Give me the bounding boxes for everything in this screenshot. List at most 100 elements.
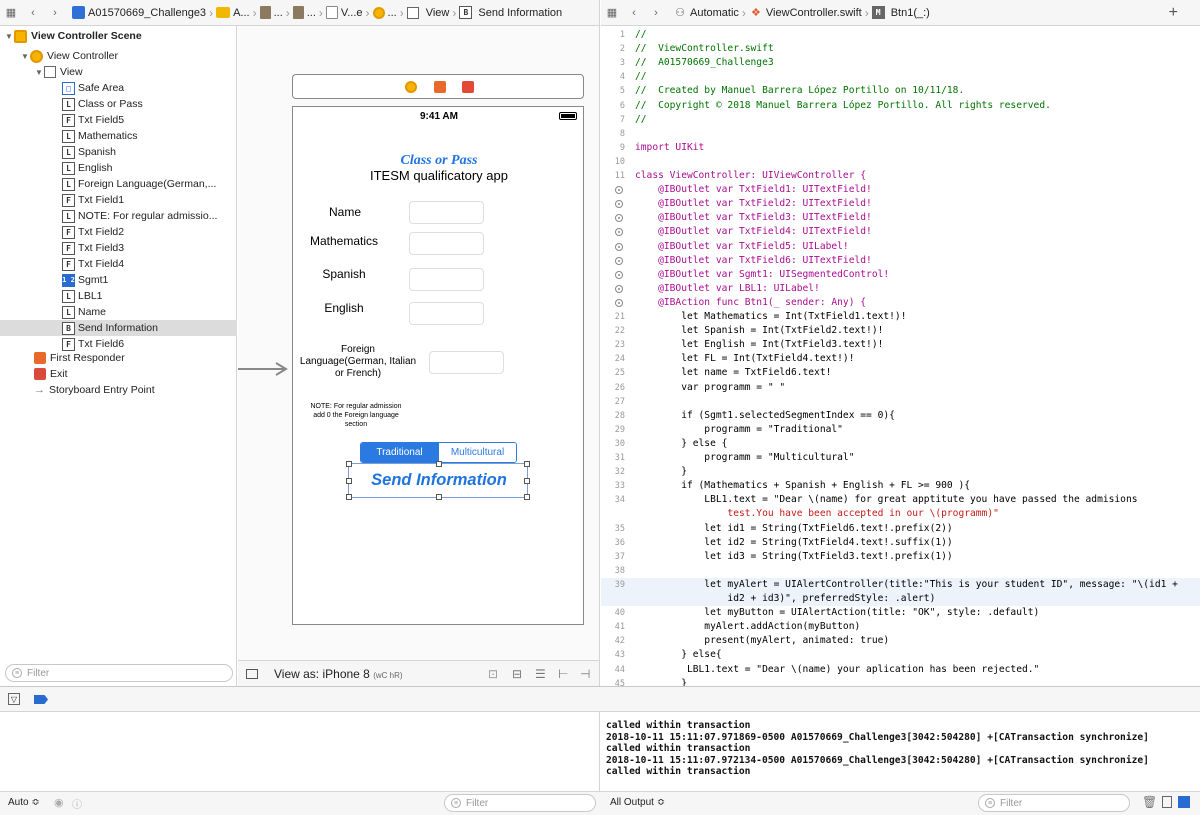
breadcrumb-button[interactable]: B Send Information [459, 6, 562, 19]
outline-item[interactable]: F Txt Field3 [0, 240, 237, 256]
code-line[interactable]: 7 // [601, 113, 1200, 127]
outline-item[interactable]: L NOTE: For regular admissio... [0, 208, 237, 224]
send-information-button[interactable]: Send Information [346, 461, 530, 500]
back-arrow-icon[interactable]: ‹ [26, 6, 40, 20]
code-editor[interactable]: 1 // 2 // ViewController.swift 3 // A01570669… [601, 26, 1200, 686]
resize-handle[interactable] [436, 461, 442, 467]
outline-item[interactable]: □ Safe Area [0, 80, 237, 96]
breadcrumb-automatic[interactable]: ⚇ Automatic [673, 6, 739, 20]
hide-debug-area-icon[interactable]: ▽ [8, 693, 20, 705]
name-text-field[interactable] [409, 201, 484, 224]
code-line[interactable]: 45 } [601, 677, 1200, 686]
code-line[interactable]: @IBOutlet var TxtField5: UILabel! [601, 240, 1200, 254]
code-line[interactable]: 40 let myButton = UIAlertAction(title: "… [601, 606, 1200, 620]
code-line[interactable]: 31 programm = "Multicultural" [601, 451, 1200, 465]
code-line[interactable]: 41 myAlert.addAction(myButton) [601, 620, 1200, 634]
outline-view-controller[interactable]: ▼ View Controller [0, 48, 237, 64]
code-line[interactable]: 38 [601, 564, 1200, 578]
code-line[interactable]: 1 // [601, 28, 1200, 42]
console-filter-input[interactable]: ≡ Filter [978, 794, 1130, 812]
disclosure-down-icon[interactable]: ▼ [4, 32, 14, 41]
spanish-text-field[interactable] [409, 268, 484, 291]
outline-scene[interactable]: ▼ View Controller Scene [0, 28, 237, 44]
resize-handle[interactable] [346, 494, 352, 500]
auto-variables-popup[interactable]: Auto ≎ [8, 797, 40, 808]
outline-item[interactable]: L LBL1 [0, 288, 237, 304]
code-line[interactable]: 21 let Mathematics = Int(TxtField1.text!… [601, 310, 1200, 324]
split-view-icon[interactable] [1162, 796, 1172, 808]
code-line[interactable]: id2 + id3)", preferredStyle: .alert) [601, 592, 1200, 606]
code-line[interactable]: 26 var programm = " " [601, 381, 1200, 395]
code-line[interactable]: 3 // A01570669_Challenge3 [601, 56, 1200, 70]
code-line[interactable]: 24 let FL = Int(TxtField4.text!)! [601, 352, 1200, 366]
code-line[interactable]: @IBOutlet var TxtField1: UITextField! [601, 183, 1200, 197]
code-line[interactable]: 34 LBL1.text = "Dear \(name) for great a… [601, 493, 1200, 507]
all-output-popup[interactable]: All Output ≎ [610, 797, 665, 808]
outline-view[interactable]: ▼ View [0, 64, 237, 80]
info-icon[interactable]: ⓘ [72, 796, 82, 811]
outline-item[interactable]: B Send Information [0, 320, 237, 336]
foreign-language-text-field[interactable] [429, 351, 504, 374]
program-segmented-control[interactable]: Traditional Multicultural [360, 442, 517, 463]
outline-item[interactable]: L Class or Pass [0, 96, 237, 112]
view-as-device[interactable]: View as: iPhone 8 (wC hR) [274, 667, 403, 681]
variables-filter-input[interactable]: ≡ Filter [444, 794, 596, 812]
outlet-connection-icon[interactable] [615, 186, 623, 195]
grid-icon[interactable]: ▦ [605, 6, 619, 20]
view-controller-icon[interactable] [405, 81, 417, 93]
breadcrumb-controller[interactable]: ... [372, 6, 397, 19]
align-icon[interactable]: ☰ [535, 667, 546, 681]
trash-icon[interactable]: 🗑 [1142, 795, 1157, 809]
code-line[interactable]: 28 if (Sgmt1.selectedSegmentIndex == 0){ [601, 409, 1200, 423]
resize-handle[interactable] [524, 478, 530, 484]
code-line[interactable]: 44 LBL1.text = "Dear \(name) your aplica… [601, 663, 1200, 677]
code-line[interactable]: 9 import UIKit [601, 141, 1200, 155]
embed-icon[interactable]: ⊡ [488, 667, 498, 681]
breadcrumb-scene[interactable]: V...e [325, 6, 363, 19]
outline-item[interactable]: L English [0, 160, 237, 176]
breadcrumb-symbol[interactable]: M Btn1(_:) [871, 6, 930, 19]
breadcrumb-folder[interactable]: A... [216, 7, 250, 19]
outline-toggle-icon[interactable] [246, 668, 258, 679]
breadcrumb-file[interactable]: ❖ ViewController.swift [749, 6, 862, 20]
code-line[interactable]: 11 class ViewController: UIViewController… [601, 169, 1200, 183]
outline-item[interactable]: L Mathematics [0, 128, 237, 144]
code-line[interactable]: 5 // Created by Manuel Barrera López Port… [601, 84, 1200, 98]
forward-arrow-icon[interactable]: › [649, 6, 663, 20]
code-line[interactable]: 35 let id1 = String(TxtField6.text!.pref… [601, 522, 1200, 536]
outlet-connection-icon[interactable] [615, 270, 623, 279]
back-arrow-icon[interactable]: ‹ [627, 6, 641, 20]
exit-icon[interactable] [462, 81, 474, 93]
outline-filter-input[interactable]: ≡ Filter [5, 664, 233, 682]
disclosure-down-icon[interactable]: ▼ [34, 68, 44, 77]
breadcrumb-view[interactable]: View [406, 6, 449, 19]
segment-multicultural[interactable]: Multicultural [438, 443, 516, 462]
code-line[interactable]: @IBOutlet var TxtField4: UITextField! [601, 225, 1200, 239]
outline-item[interactable]: L Name [0, 304, 237, 320]
resize-handle[interactable] [346, 478, 352, 484]
code-line[interactable]: @IBOutlet var TxtField2: UITextField! [601, 197, 1200, 211]
outline-entry-point[interactable]: → Storyboard Entry Point [0, 382, 237, 398]
code-line[interactable]: 33 if (Mathematics + Spanish + English +… [601, 479, 1200, 493]
forward-arrow-icon[interactable]: › [48, 6, 62, 20]
outlet-connection-icon[interactable] [615, 228, 623, 237]
outlet-connection-icon[interactable] [615, 200, 623, 209]
code-line[interactable]: @IBOutlet var TxtField6: UITextField! [601, 254, 1200, 268]
code-line[interactable]: 37 let id3 = String(TxtField3.text!.pref… [601, 550, 1200, 564]
code-line[interactable]: 32 } [601, 465, 1200, 479]
outline-exit[interactable]: Exit [0, 366, 237, 382]
code-line[interactable]: @IBOutlet var TxtField3: UITextField! [601, 211, 1200, 225]
outline-item[interactable]: F Txt Field4 [0, 256, 237, 272]
code-line[interactable]: 22 let Spanish = Int(TxtField2.text!)! [601, 324, 1200, 338]
breadcrumb-group[interactable]: ... [259, 6, 283, 19]
code-line[interactable]: 42 present(myAlert, animated: true) [601, 634, 1200, 648]
segment-traditional[interactable]: Traditional [361, 443, 438, 462]
code-line[interactable]: 36 let id2 = String(TxtField4.text!.suff… [601, 536, 1200, 550]
first-responder-icon[interactable] [434, 81, 446, 93]
breadcrumb-project[interactable]: A01570669_Challenge3 [72, 6, 206, 19]
code-line[interactable]: @IBAction func Btn1(_ sender: Any) { [601, 296, 1200, 310]
code-line[interactable]: 10 [601, 155, 1200, 169]
split-view-icon[interactable] [1178, 796, 1190, 808]
code-line[interactable]: 4 // [601, 70, 1200, 84]
mathematics-text-field[interactable] [409, 232, 484, 255]
